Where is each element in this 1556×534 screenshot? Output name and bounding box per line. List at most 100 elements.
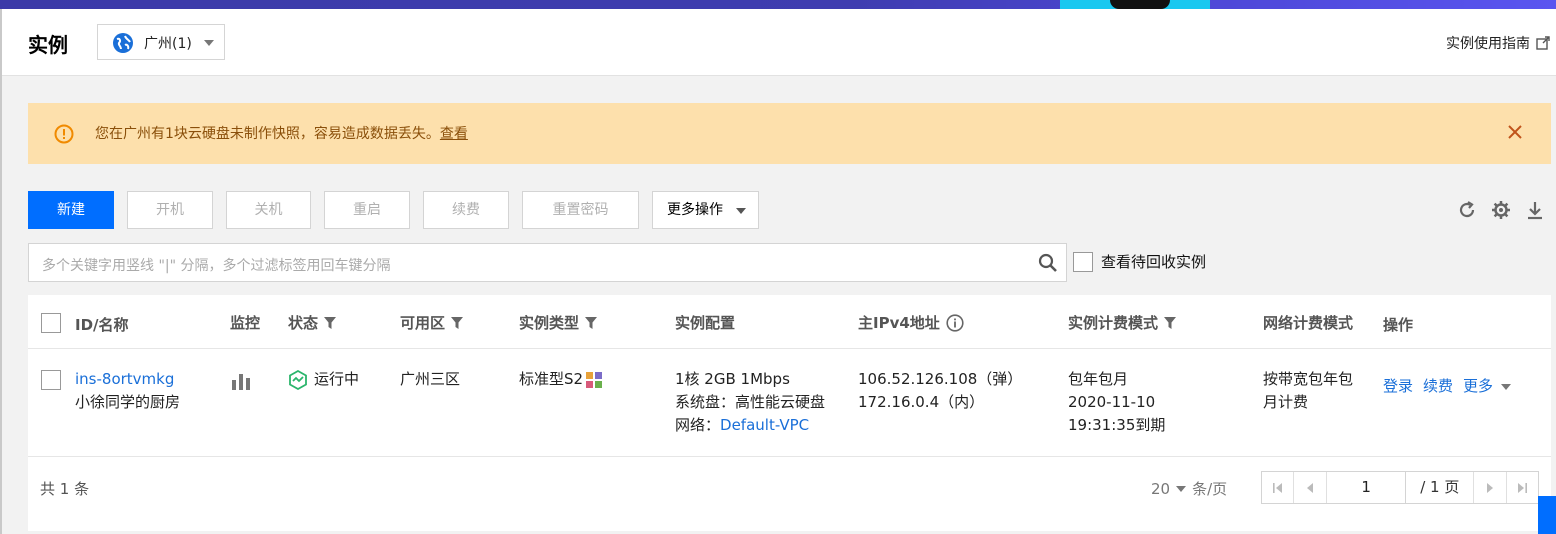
chevron-down-icon bbox=[204, 40, 214, 46]
more-actions-dropdown[interactable]: 更多操作 bbox=[652, 191, 759, 229]
header-zone-label: 可用区 bbox=[400, 314, 446, 332]
instance-id-link[interactable]: ins-8ortvmkg bbox=[75, 368, 180, 391]
instance-type-text: 标准型S2 bbox=[519, 370, 584, 388]
page-size-value: 20 bbox=[1151, 479, 1171, 498]
alert-view-link[interactable]: 查看 bbox=[440, 126, 468, 142]
recycle-label: 查看待回收实例 bbox=[1101, 253, 1207, 271]
instance-zone: 广州三区 bbox=[400, 370, 461, 388]
instance-status: 运行中 bbox=[288, 368, 359, 391]
instance-name: 小徐同学的厨房 bbox=[75, 393, 181, 411]
header-net-billing: 网络计费模式 bbox=[1263, 312, 1353, 333]
filter-icon[interactable] bbox=[451, 316, 464, 329]
filter-icon[interactable] bbox=[585, 316, 598, 329]
instance-id-name: ins-8ortvmkg 小徐同学的厨房 bbox=[75, 368, 180, 414]
header-net-billing-label: 网络计费模式 bbox=[1263, 314, 1354, 332]
download-icon[interactable] bbox=[1525, 200, 1545, 220]
close-icon[interactable] bbox=[1507, 124, 1523, 140]
billing-expiry-time: 19:31:35到期 bbox=[1068, 416, 1166, 434]
renew-button[interactable]: 续费 bbox=[423, 191, 509, 229]
billing-mode: 包年包月 bbox=[1068, 370, 1129, 388]
net-billing-line2: 月计费 bbox=[1263, 393, 1309, 411]
next-page-button[interactable] bbox=[1473, 472, 1505, 503]
page-size-unit: 条/页 bbox=[1192, 480, 1228, 498]
info-icon[interactable] bbox=[946, 313, 964, 332]
guide-link[interactable]: 实例使用指南 bbox=[1446, 33, 1550, 53]
header-status-label: 状态 bbox=[288, 314, 319, 332]
header-status[interactable]: 状态 bbox=[288, 312, 337, 333]
instance-ip: 106.52.126.108（弹） 172.16.0.4（内） bbox=[858, 368, 1022, 414]
last-page-button[interactable] bbox=[1505, 472, 1538, 503]
select-all-checkbox[interactable] bbox=[41, 313, 61, 333]
instance-table: ID/名称 监控 状态 可用区 实例类型 实例配置 主IPv4地址 实例计费模式… bbox=[28, 295, 1551, 531]
gear-icon[interactable] bbox=[1491, 200, 1511, 220]
search-icon[interactable] bbox=[1038, 253, 1058, 273]
row-actions: 登录 续费 更多 bbox=[1383, 375, 1512, 398]
chevron-down-icon[interactable] bbox=[1501, 383, 1512, 390]
page-header: 实例 广州(1) 实例使用指南 bbox=[2, 9, 1556, 76]
start-button[interactable]: 开机 bbox=[127, 191, 213, 229]
refresh-icon[interactable] bbox=[1457, 200, 1477, 220]
config-spec: 1核 2GB 1Mbps bbox=[675, 370, 790, 388]
guide-label: 实例使用指南 bbox=[1446, 36, 1530, 52]
header-config-label: 实例配置 bbox=[675, 314, 736, 332]
warning-icon bbox=[54, 124, 74, 144]
stop-button[interactable]: 关机 bbox=[226, 191, 311, 229]
external-link-icon bbox=[1536, 36, 1550, 50]
new-button[interactable]: 新建 bbox=[28, 191, 114, 229]
search-placeholder: 多个关键字用竖线 "|" 分隔，多个过滤标签用回车键分隔 bbox=[42, 258, 391, 274]
next-page-icon bbox=[1486, 482, 1493, 493]
renew-link[interactable]: 续费 bbox=[1423, 375, 1453, 398]
prev-page-button[interactable] bbox=[1294, 472, 1327, 503]
restart-button[interactable]: 重启 bbox=[324, 191, 410, 229]
row-checkbox[interactable] bbox=[41, 370, 61, 390]
more-actions-label: 更多操作 bbox=[667, 202, 723, 218]
alert-message: 您在广州有1块云硬盘未制作快照，容易造成数据丢失。查看 bbox=[95, 123, 468, 143]
recycle-checkbox[interactable] bbox=[1073, 251, 1093, 272]
total-pages: / 1 页 bbox=[1420, 478, 1460, 496]
vpc-link[interactable]: Default-VPC bbox=[720, 416, 809, 434]
header-zone[interactable]: 可用区 bbox=[400, 312, 464, 333]
header-monitor-label: 监控 bbox=[230, 314, 261, 332]
header-ops-label: 操作 bbox=[1383, 316, 1414, 334]
search-input[interactable]: 多个关键字用竖线 "|" 分隔，多个过滤标签用回车键分隔 bbox=[28, 243, 1067, 282]
header-id-name: ID/名称 bbox=[75, 314, 129, 335]
header-id-name-label: ID/名称 bbox=[75, 316, 129, 334]
banner-accent-dark bbox=[1110, 0, 1170, 9]
last-page-icon bbox=[1518, 482, 1528, 493]
recycle-filter: 查看待回收实例 bbox=[1073, 251, 1206, 272]
page-number-input[interactable]: 1 bbox=[1327, 472, 1407, 503]
public-ip: 106.52.126.108（弹） bbox=[858, 370, 1023, 388]
bar-chart-icon[interactable] bbox=[231, 372, 251, 390]
left-border bbox=[0, 0, 2, 534]
globe-icon bbox=[113, 33, 133, 53]
page-size-selector[interactable]: 20 条/页 bbox=[1151, 478, 1227, 499]
divider bbox=[28, 456, 1551, 457]
top-banner-strip bbox=[0, 0, 1556, 9]
warning-alert: 您在广州有1块云硬盘未制作快照，容易造成数据丢失。查看 bbox=[28, 103, 1551, 164]
divider bbox=[28, 348, 1551, 349]
reset-password-button[interactable]: 重置密码 bbox=[522, 191, 639, 229]
region-selector[interactable]: 广州(1) bbox=[97, 24, 225, 60]
status-text: 运行中 bbox=[314, 370, 360, 388]
network-billing: 按带宽包年包 月计费 bbox=[1263, 368, 1353, 414]
first-page-icon bbox=[1272, 482, 1282, 493]
filter-icon[interactable] bbox=[324, 316, 337, 329]
login-link[interactable]: 登录 bbox=[1383, 375, 1413, 398]
header-ipv4: 主IPv4地址 bbox=[858, 312, 964, 333]
header-ipv4-label: 主IPv4地址 bbox=[858, 314, 940, 332]
page-title: 实例 bbox=[28, 33, 68, 57]
header-type[interactable]: 实例类型 bbox=[519, 312, 598, 333]
config-disk: 系统盘：高性能云硬盘 bbox=[675, 393, 826, 411]
chevron-down-icon bbox=[1176, 485, 1187, 492]
more-link[interactable]: 更多 bbox=[1463, 375, 1493, 398]
floating-help-tab[interactable] bbox=[1538, 496, 1556, 534]
pagination: 1 / 1 页 bbox=[1261, 471, 1539, 504]
filter-icon[interactable] bbox=[1164, 316, 1177, 329]
instance-type: 标准型S2 bbox=[519, 368, 603, 391]
header-billing[interactable]: 实例计费模式 bbox=[1068, 312, 1177, 333]
region-label: 广州(1) bbox=[144, 36, 192, 52]
header-config: 实例配置 bbox=[675, 312, 735, 333]
first-page-button[interactable] bbox=[1262, 472, 1295, 503]
header-type-label: 实例类型 bbox=[519, 314, 580, 332]
prev-page-icon bbox=[1307, 482, 1314, 493]
